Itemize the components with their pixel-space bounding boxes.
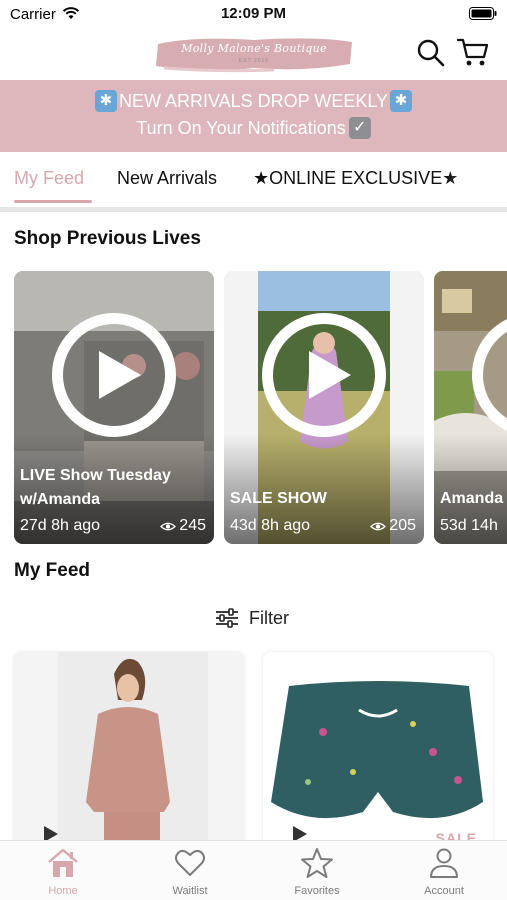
app-header: Molly Malone's Boutique EST 2016 bbox=[0, 30, 507, 80]
live-card-title: LIVE Show Tuesday w/Amanda bbox=[20, 467, 171, 508]
tabbar-label: Account bbox=[424, 885, 464, 897]
play-icon[interactable] bbox=[52, 313, 176, 437]
eye-icon bbox=[370, 522, 387, 530]
tabbar-label: Home bbox=[48, 885, 78, 897]
boutique-logo[interactable]: Molly Malone's Boutique EST 2016 bbox=[154, 34, 354, 74]
live-card-age: 43d 8h ago bbox=[230, 517, 311, 534]
clock: 12:09 PM bbox=[220, 5, 287, 22]
bottom-tab-bar: Home Waitlist Favorites Account bbox=[0, 840, 507, 900]
status-bar: Carrier 12:09 PM bbox=[0, 0, 507, 30]
tab-online-exclusive[interactable]: ★ONLINE EXCLUSIVE★ bbox=[253, 168, 458, 189]
product-image bbox=[14, 652, 244, 852]
battery-icon bbox=[469, 7, 497, 20]
live-card-title: SALE SHOW bbox=[230, 490, 327, 507]
tabbar-item-account[interactable]: Account bbox=[381, 841, 507, 900]
tabbar-item-home[interactable]: Home bbox=[0, 841, 126, 900]
live-card-title: Amanda bbox=[440, 490, 504, 507]
lives-carousel[interactable]: LIVE Show Tuesday w/Amanda 27d 8h ago 24… bbox=[0, 271, 507, 545]
home-icon bbox=[48, 848, 78, 877]
banner-line-1: ✱ NEW ARRIVALS DROP WEEKLY ✱ bbox=[0, 90, 507, 112]
views-count: 205 bbox=[389, 517, 416, 534]
tabs-fade-overlay bbox=[447, 162, 507, 198]
product-card[interactable] bbox=[14, 652, 244, 852]
product-card[interactable]: SALE bbox=[263, 652, 493, 852]
live-card[interactable]: SALE SHOW 43d 8h ago 205 bbox=[224, 271, 424, 544]
live-card[interactable]: LIVE Show Tuesday w/Amanda 27d 8h ago 24… bbox=[14, 271, 214, 544]
checkmark-icon: ✓ bbox=[348, 117, 371, 139]
tab-my-feed[interactable]: My Feed bbox=[14, 168, 84, 189]
filter-button[interactable]: Filter bbox=[215, 604, 289, 632]
logo-text: Molly Malone's Boutique bbox=[181, 42, 327, 55]
snowflake-icon: ✱ bbox=[390, 90, 413, 112]
heart-icon bbox=[175, 849, 205, 876]
tab-new-arrivals[interactable]: New Arrivals bbox=[117, 168, 217, 189]
play-icon[interactable] bbox=[262, 313, 386, 437]
banner-subline: Turn On Your Notifications bbox=[136, 117, 346, 138]
live-card-views: 245 bbox=[160, 517, 206, 535]
banner-headline: NEW ARRIVALS DROP WEEKLY bbox=[118, 90, 389, 111]
logo-subtext: EST 2016 bbox=[238, 58, 270, 64]
search-icon[interactable] bbox=[416, 38, 446, 68]
eye-icon bbox=[160, 522, 177, 530]
lives-section-title: Shop Previous Lives bbox=[14, 228, 201, 249]
snowflake-icon: ✱ bbox=[94, 90, 117, 112]
active-tab-indicator bbox=[14, 200, 92, 203]
person-icon bbox=[430, 848, 458, 878]
feed-section-title: My Feed bbox=[14, 560, 91, 581]
tabbar-item-favorites[interactable]: Favorites bbox=[254, 841, 380, 900]
tabbar-label: Favorites bbox=[294, 885, 340, 897]
filter-label: Filter bbox=[249, 607, 289, 628]
banner-line-2: Turn On Your Notifications ✓ bbox=[0, 117, 507, 139]
star-icon bbox=[301, 848, 333, 878]
product-image bbox=[263, 652, 493, 852]
tabbar-item-waitlist[interactable]: Waitlist bbox=[127, 841, 253, 900]
live-card-age: 27d 8h ago bbox=[20, 517, 101, 534]
cart-icon[interactable] bbox=[456, 36, 490, 68]
live-card-views: 205 bbox=[370, 517, 416, 535]
live-card[interactable]: Amanda 53d 14h bbox=[434, 271, 507, 544]
sliders-icon bbox=[216, 608, 238, 628]
views-count: 245 bbox=[179, 517, 206, 534]
announcement-banner[interactable]: ✱ NEW ARRIVALS DROP WEEKLY ✱ Turn On You… bbox=[0, 80, 507, 152]
category-tabs: My Feed New Arrivals ★ONLINE EXCLUSIVE★ bbox=[0, 152, 507, 212]
live-card-age: 53d 14h bbox=[440, 517, 498, 534]
tabbar-label: Waitlist bbox=[172, 885, 208, 897]
